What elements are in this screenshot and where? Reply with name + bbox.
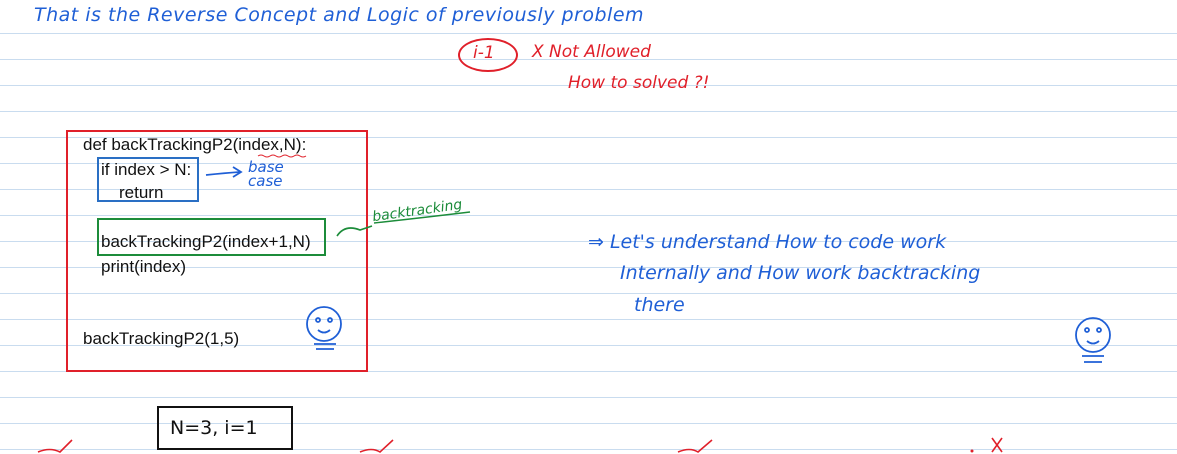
bottom-tick-1 bbox=[37, 439, 73, 453]
smiley-icon bbox=[306, 306, 342, 350]
smiley-icon-right bbox=[1075, 317, 1111, 363]
bottom-cross bbox=[991, 437, 1003, 453]
bottom-tick-2 bbox=[359, 439, 394, 454]
spell-squiggle bbox=[257, 154, 307, 158]
backtracking-arrow bbox=[336, 225, 373, 237]
ink-overlay bbox=[37, 154, 1111, 454]
base-case-arrow bbox=[205, 171, 241, 176]
bottom-tick-3 bbox=[677, 439, 713, 453]
